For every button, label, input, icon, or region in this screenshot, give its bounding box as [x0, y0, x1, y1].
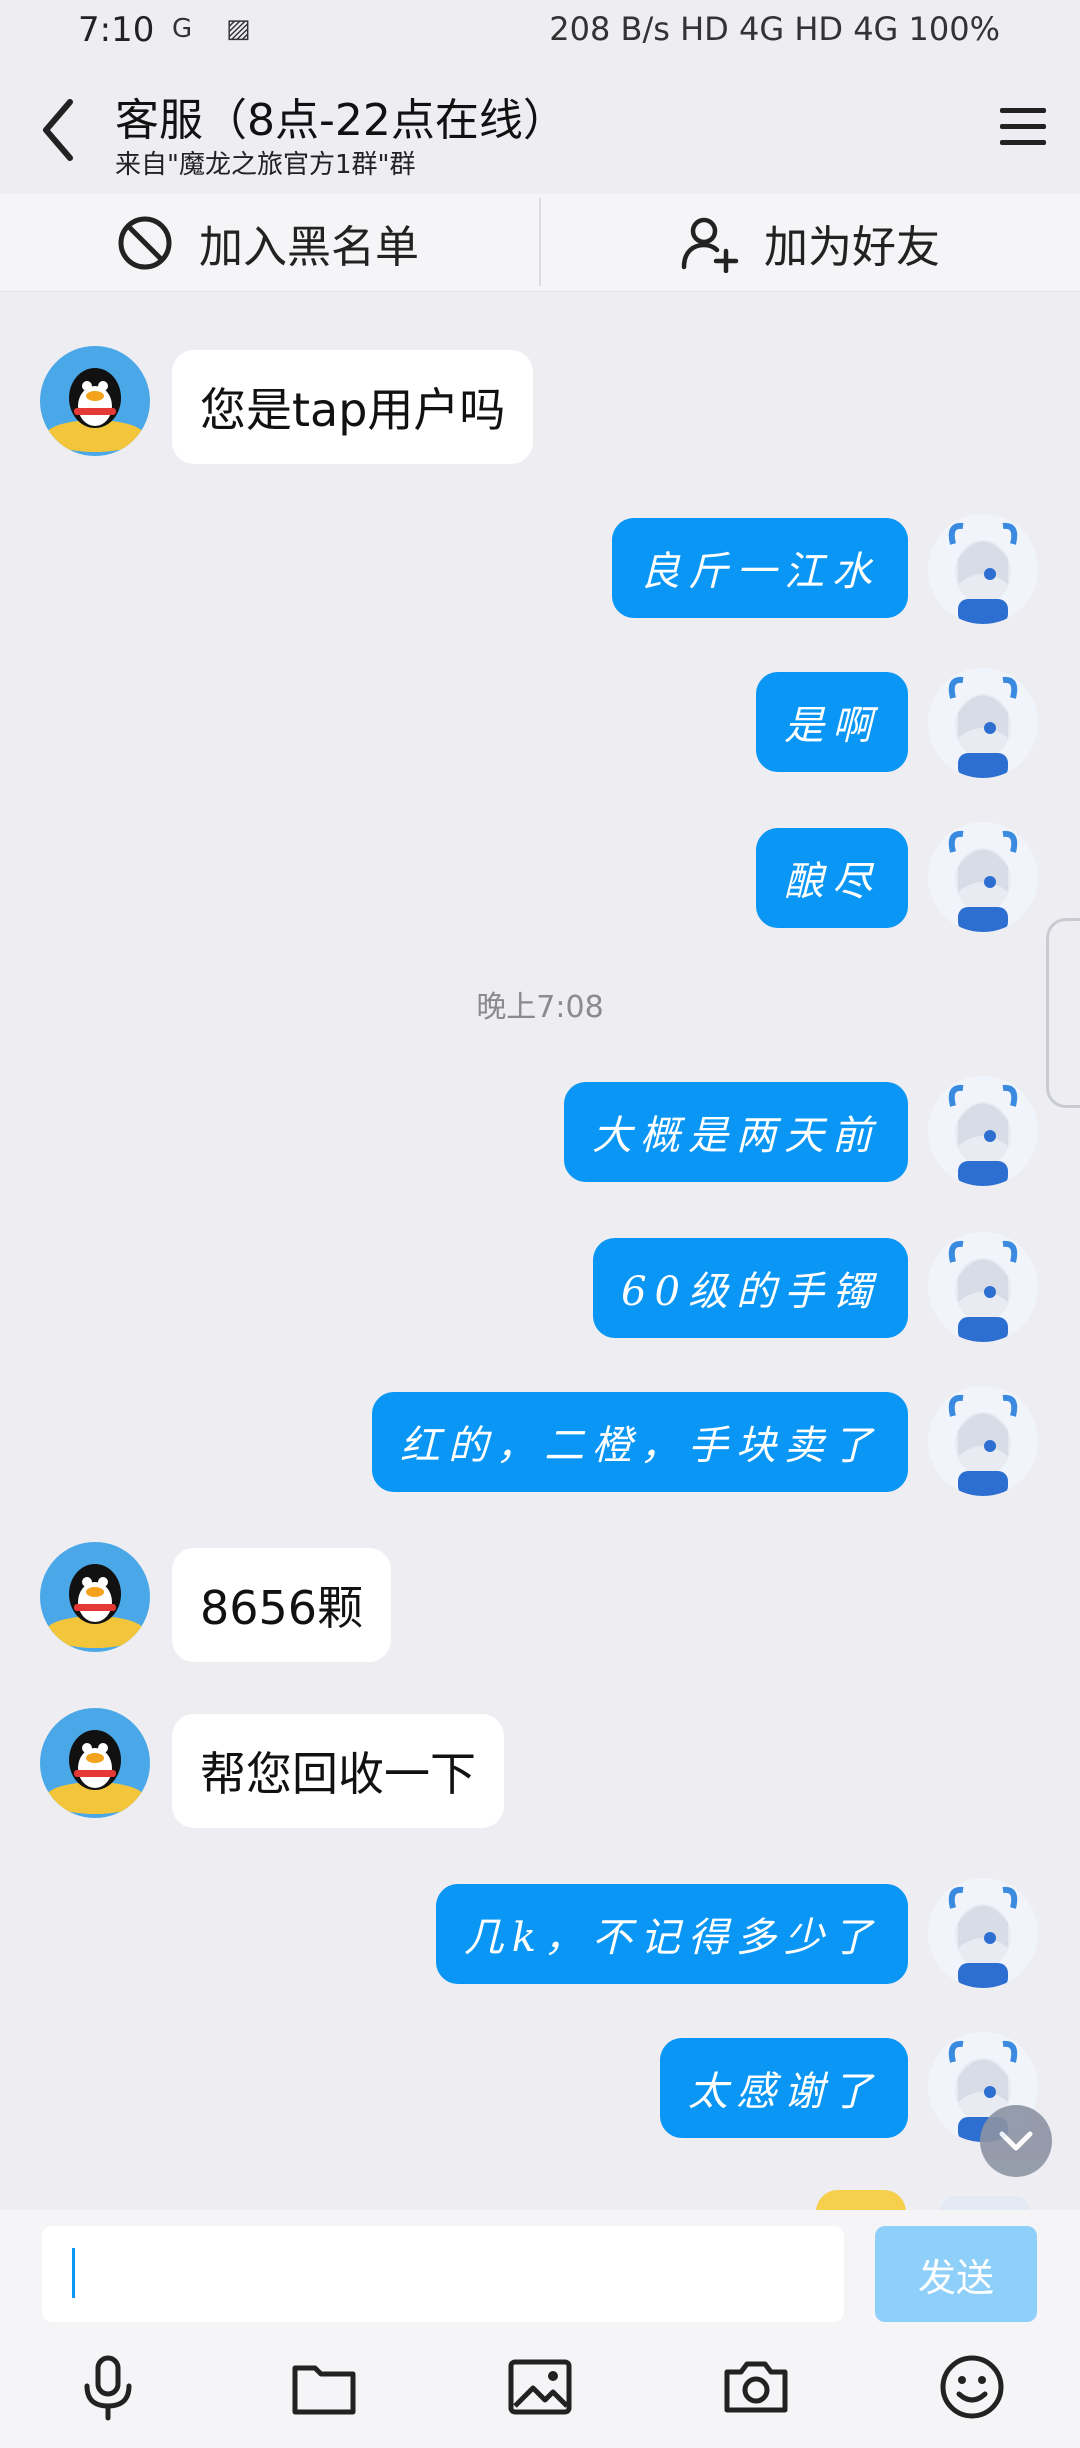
message-bubble-out[interactable]: 酿尽	[756, 828, 908, 928]
message-bubble-out[interactable]: 60级的手镯	[593, 1238, 908, 1338]
folder-icon[interactable]	[289, 2352, 359, 2422]
chat-title: 客服（8点-22点在线）	[115, 95, 567, 146]
message-timestamp: 晚上7:08	[476, 990, 604, 1025]
google-icon: G	[172, 14, 193, 44]
action-bar: 加入黑名单 加为好友	[0, 194, 1080, 292]
scroll-to-bottom-button[interactable]	[980, 2105, 1052, 2177]
chat-subtitle: 来自"魔龙之旅官方1群"群	[115, 150, 416, 180]
avatar-self[interactable]	[928, 1076, 1038, 1186]
message-list[interactable]: 您是tap用户吗 良斤一江水 是啊 酿尽 晚上7:08 大概是两天前 60级的手…	[0, 292, 1080, 2210]
avatar-penguin[interactable]	[40, 1708, 150, 1818]
add-person-icon	[681, 217, 739, 273]
microphone-icon[interactable]	[73, 2352, 143, 2422]
avatar-self[interactable]	[928, 668, 1038, 778]
gallery-notification-icon: ▨	[226, 14, 251, 44]
partial-avatar	[940, 2196, 1030, 2210]
text-caret	[72, 2248, 75, 2298]
side-drawer-handle[interactable]	[1046, 918, 1080, 1108]
add-friend-label: 加为好友	[764, 222, 940, 273]
add-friend-button[interactable]: 加为好友	[680, 194, 940, 292]
image-icon[interactable]	[505, 2352, 575, 2422]
message-bubble-out[interactable]: 良斤一江水	[612, 518, 908, 618]
message-bubble-in[interactable]: 帮您回收一下	[172, 1714, 504, 1828]
action-divider	[539, 198, 541, 286]
chat-header: 客服（8点-22点在线） 来自"魔龙之旅官方1群"群	[0, 64, 1080, 194]
avatar-self[interactable]	[928, 822, 1038, 932]
message-bubble-in[interactable]: 您是tap用户吗	[172, 350, 534, 464]
message-input[interactable]	[42, 2226, 844, 2322]
message-bubble-out[interactable]: 红的，二橙，手块卖了	[372, 1392, 908, 1492]
status-bar: 7:10 G ▨ 208 B/s HD 4G HD 4G 100%	[0, 0, 1080, 64]
emoji-icon[interactable]	[937, 2352, 1007, 2422]
message-bubble-in[interactable]: 8656颗	[172, 1548, 392, 1662]
message-bubble-out[interactable]: 太感谢了	[660, 2038, 908, 2138]
back-icon[interactable]	[30, 90, 90, 170]
status-right: 208 B/s HD 4G HD 4G 100%	[549, 10, 1000, 48]
send-button[interactable]: 发送	[875, 2226, 1037, 2322]
avatar-self[interactable]	[928, 1878, 1038, 1988]
avatar-self[interactable]	[928, 514, 1038, 624]
message-bubble-out[interactable]: 是啊	[756, 672, 908, 772]
avatar-self[interactable]	[928, 1386, 1038, 1496]
add-to-blacklist-button[interactable]: 加入黑名单	[115, 194, 419, 292]
message-bubble-out[interactable]: 几k，不记得多少了	[435, 1884, 908, 1984]
avatar-penguin[interactable]	[40, 346, 150, 456]
avatar-penguin[interactable]	[40, 1542, 150, 1652]
blacklist-label: 加入黑名单	[199, 222, 419, 273]
block-icon	[118, 216, 172, 270]
message-bubble-out[interactable]: 大概是两天前	[564, 1082, 908, 1182]
menu-icon[interactable]	[996, 102, 1050, 152]
avatar-self[interactable]	[928, 1232, 1038, 1342]
chevron-down-icon	[999, 2131, 1033, 2151]
status-time: 7:10	[78, 10, 155, 50]
partial-emoji-sticker	[816, 2190, 906, 2210]
camera-icon[interactable]	[721, 2352, 791, 2422]
input-bar: 发送	[0, 2210, 1080, 2448]
